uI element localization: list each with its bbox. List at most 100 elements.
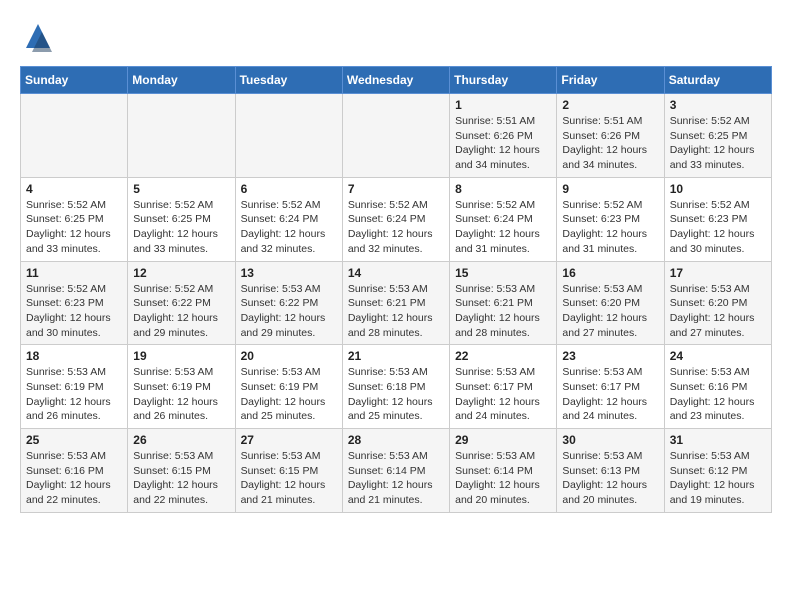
- day-number: 30: [562, 433, 658, 447]
- calendar-cell: 15 Sunrise: 5:53 AM Sunset: 6:21 PM Dayli…: [450, 261, 557, 345]
- calendar-cell: 8 Sunrise: 5:52 AM Sunset: 6:24 PM Daylig…: [450, 177, 557, 261]
- calendar-cell: 21Sunrise: 5:53 AM Sunset: 6:18 PM Dayli…: [342, 345, 449, 429]
- calendar-cell: 17 Sunrise: 5:53 AM Sunset: 6:20 PM Dayli…: [664, 261, 771, 345]
- calendar-cell: 12Sunrise: 5:52 AM Sunset: 6:22 PM Dayli…: [128, 261, 235, 345]
- day-detail: Sunrise: 5:52 AM Sunset: 6:24 PM Dayligh…: [455, 198, 551, 257]
- calendar-week-3: 11 Sunrise: 5:52 AM Sunset: 6:23 PM Dayli…: [21, 261, 772, 345]
- day-number: 14: [348, 266, 444, 280]
- weekday-row: SundayMondayTuesdayWednesdayThursdayFrid…: [21, 67, 772, 94]
- calendar-cell: 6 Sunrise: 5:52 AM Sunset: 6:24 PM Daylig…: [235, 177, 342, 261]
- day-detail: Sunrise: 5:53 AM Sunset: 6:21 PM Dayligh…: [348, 282, 444, 341]
- day-number: 13: [241, 266, 337, 280]
- calendar-body: 1 Sunrise: 5:51 AM Sunset: 6:26 PM Daylig…: [21, 94, 772, 513]
- day-number: 11: [26, 266, 122, 280]
- day-number: 4: [26, 182, 122, 196]
- day-number: 7: [348, 182, 444, 196]
- day-number: 10: [670, 182, 766, 196]
- weekday-header-saturday: Saturday: [664, 67, 771, 94]
- day-number: 22: [455, 349, 551, 363]
- calendar-cell: 1 Sunrise: 5:51 AM Sunset: 6:26 PM Daylig…: [450, 94, 557, 178]
- day-number: 27: [241, 433, 337, 447]
- day-number: 25: [26, 433, 122, 447]
- weekday-header-tuesday: Tuesday: [235, 67, 342, 94]
- day-detail: Sunrise: 5:53 AM Sunset: 6:21 PM Dayligh…: [455, 282, 551, 341]
- calendar-cell: 14 Sunrise: 5:53 AM Sunset: 6:21 PM Dayli…: [342, 261, 449, 345]
- weekday-header-sunday: Sunday: [21, 67, 128, 94]
- calendar-week-4: 18Sunrise: 5:53 AM Sunset: 6:19 PM Dayli…: [21, 345, 772, 429]
- logo: [20, 20, 60, 56]
- calendar-cell: 20Sunrise: 5:53 AM Sunset: 6:19 PM Dayli…: [235, 345, 342, 429]
- day-detail: Sunrise: 5:53 AM Sunset: 6:17 PM Dayligh…: [455, 365, 551, 424]
- day-number: 26: [133, 433, 229, 447]
- weekday-header-thursday: Thursday: [450, 67, 557, 94]
- day-detail: Sunrise: 5:53 AM Sunset: 6:19 PM Dayligh…: [133, 365, 229, 424]
- calendar-cell: 28 Sunrise: 5:53 AM Sunset: 6:14 PM Dayli…: [342, 429, 449, 513]
- calendar-cell: 19 Sunrise: 5:53 AM Sunset: 6:19 PM Dayli…: [128, 345, 235, 429]
- day-detail: Sunrise: 5:53 AM Sunset: 6:16 PM Dayligh…: [26, 449, 122, 508]
- day-number: 2: [562, 98, 658, 112]
- day-number: 31: [670, 433, 766, 447]
- day-detail: Sunrise: 5:52 AM Sunset: 6:23 PM Dayligh…: [670, 198, 766, 257]
- day-detail: Sunrise: 5:52 AM Sunset: 6:22 PM Dayligh…: [133, 282, 229, 341]
- day-detail: Sunrise: 5:51 AM Sunset: 6:26 PM Dayligh…: [455, 114, 551, 173]
- calendar-cell: 16 Sunrise: 5:53 AM Sunset: 6:20 PM Dayli…: [557, 261, 664, 345]
- calendar-cell: [235, 94, 342, 178]
- calendar-week-1: 1 Sunrise: 5:51 AM Sunset: 6:26 PM Daylig…: [21, 94, 772, 178]
- day-number: 9: [562, 182, 658, 196]
- day-detail: Sunrise: 5:52 AM Sunset: 6:23 PM Dayligh…: [562, 198, 658, 257]
- day-detail: Sunrise: 5:53 AM Sunset: 6:20 PM Dayligh…: [562, 282, 658, 341]
- calendar-cell: 11 Sunrise: 5:52 AM Sunset: 6:23 PM Dayli…: [21, 261, 128, 345]
- day-detail: Sunrise: 5:53 AM Sunset: 6:17 PM Dayligh…: [562, 365, 658, 424]
- calendar-cell: 5 Sunrise: 5:52 AM Sunset: 6:25 PM Daylig…: [128, 177, 235, 261]
- calendar-cell: 7 Sunrise: 5:52 AM Sunset: 6:24 PM Daylig…: [342, 177, 449, 261]
- day-detail: Sunrise: 5:52 AM Sunset: 6:23 PM Dayligh…: [26, 282, 122, 341]
- calendar-cell: 18Sunrise: 5:53 AM Sunset: 6:19 PM Dayli…: [21, 345, 128, 429]
- calendar-cell: [128, 94, 235, 178]
- day-number: 29: [455, 433, 551, 447]
- day-detail: Sunrise: 5:53 AM Sunset: 6:14 PM Dayligh…: [455, 449, 551, 508]
- day-detail: Sunrise: 5:51 AM Sunset: 6:26 PM Dayligh…: [562, 114, 658, 173]
- day-number: 23: [562, 349, 658, 363]
- day-detail: Sunrise: 5:53 AM Sunset: 6:14 PM Dayligh…: [348, 449, 444, 508]
- calendar-cell: 23 Sunrise: 5:53 AM Sunset: 6:17 PM Dayli…: [557, 345, 664, 429]
- day-number: 28: [348, 433, 444, 447]
- day-number: 19: [133, 349, 229, 363]
- day-number: 15: [455, 266, 551, 280]
- calendar-cell: 2 Sunrise: 5:51 AM Sunset: 6:26 PM Daylig…: [557, 94, 664, 178]
- calendar-cell: 30Sunrise: 5:53 AM Sunset: 6:13 PM Dayli…: [557, 429, 664, 513]
- day-number: 1: [455, 98, 551, 112]
- calendar-cell: [342, 94, 449, 178]
- calendar-week-2: 4 Sunrise: 5:52 AM Sunset: 6:25 PM Daylig…: [21, 177, 772, 261]
- calendar-cell: 25 Sunrise: 5:53 AM Sunset: 6:16 PM Dayli…: [21, 429, 128, 513]
- weekday-header-monday: Monday: [128, 67, 235, 94]
- day-detail: Sunrise: 5:53 AM Sunset: 6:15 PM Dayligh…: [241, 449, 337, 508]
- day-detail: Sunrise: 5:53 AM Sunset: 6:22 PM Dayligh…: [241, 282, 337, 341]
- day-number: 3: [670, 98, 766, 112]
- day-detail: Sunrise: 5:53 AM Sunset: 6:20 PM Dayligh…: [670, 282, 766, 341]
- calendar-cell: 27 Sunrise: 5:53 AM Sunset: 6:15 PM Dayli…: [235, 429, 342, 513]
- day-detail: Sunrise: 5:53 AM Sunset: 6:18 PM Dayligh…: [348, 365, 444, 424]
- weekday-header-friday: Friday: [557, 67, 664, 94]
- calendar-cell: [21, 94, 128, 178]
- day-number: 8: [455, 182, 551, 196]
- calendar-header: SundayMondayTuesdayWednesdayThursdayFrid…: [21, 67, 772, 94]
- day-detail: Sunrise: 5:52 AM Sunset: 6:24 PM Dayligh…: [241, 198, 337, 257]
- calendar-table: SundayMondayTuesdayWednesdayThursdayFrid…: [20, 66, 772, 513]
- calendar-week-5: 25 Sunrise: 5:53 AM Sunset: 6:16 PM Dayli…: [21, 429, 772, 513]
- calendar-cell: 10 Sunrise: 5:52 AM Sunset: 6:23 PM Dayli…: [664, 177, 771, 261]
- header: [20, 20, 772, 56]
- day-detail: Sunrise: 5:53 AM Sunset: 6:12 PM Dayligh…: [670, 449, 766, 508]
- calendar-cell: 31 Sunrise: 5:53 AM Sunset: 6:12 PM Dayli…: [664, 429, 771, 513]
- day-detail: Sunrise: 5:53 AM Sunset: 6:15 PM Dayligh…: [133, 449, 229, 508]
- day-number: 17: [670, 266, 766, 280]
- day-number: 5: [133, 182, 229, 196]
- day-detail: Sunrise: 5:53 AM Sunset: 6:19 PM Dayligh…: [26, 365, 122, 424]
- calendar-cell: 26 Sunrise: 5:53 AM Sunset: 6:15 PM Dayli…: [128, 429, 235, 513]
- day-detail: Sunrise: 5:52 AM Sunset: 6:24 PM Dayligh…: [348, 198, 444, 257]
- day-number: 16: [562, 266, 658, 280]
- calendar-cell: 3Sunrise: 5:52 AM Sunset: 6:25 PM Daylig…: [664, 94, 771, 178]
- calendar-cell: 22 Sunrise: 5:53 AM Sunset: 6:17 PM Dayli…: [450, 345, 557, 429]
- day-number: 24: [670, 349, 766, 363]
- day-detail: Sunrise: 5:52 AM Sunset: 6:25 PM Dayligh…: [133, 198, 229, 257]
- day-number: 6: [241, 182, 337, 196]
